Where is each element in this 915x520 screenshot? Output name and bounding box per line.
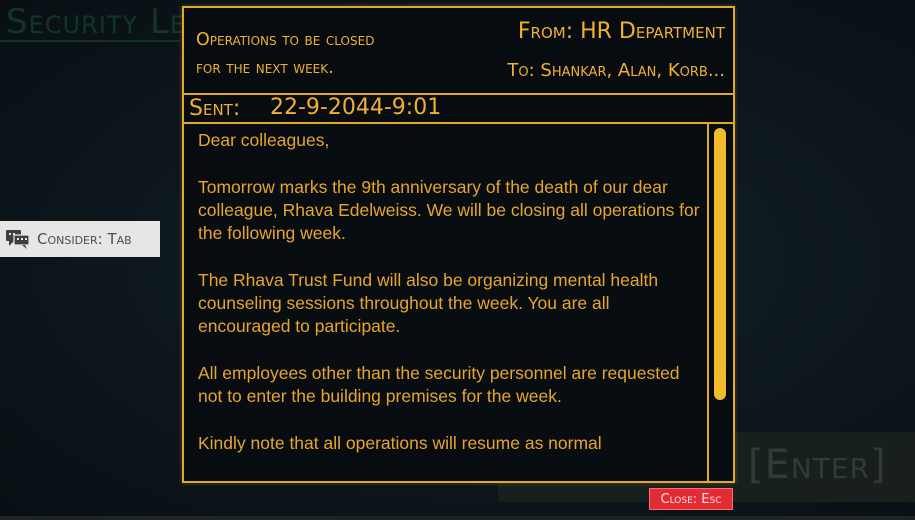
email-header: Operations to be closed for the next wee… — [184, 8, 733, 95]
game-screen: Security Le [Enter] Consider: Tab Operat… — [0, 0, 915, 520]
consider-hint-label: Consider: Tab — [37, 230, 132, 248]
close-button[interactable]: Close: Esc — [649, 488, 733, 510]
bottom-bar — [0, 516, 915, 520]
email-from: From: HR Department — [517, 19, 725, 44]
enter-hint[interactable]: [Enter] — [748, 442, 887, 488]
email-sent-row: Sent: 22-9-2044-9:01 — [184, 95, 733, 124]
message-paragraph: Dear colleagues, — [198, 130, 330, 150]
scrollbar-thumb[interactable] — [714, 128, 726, 400]
message-paragraph: All employees other than the security pe… — [198, 362, 680, 407]
email-document: Operations to be closed for the next wee… — [182, 6, 735, 483]
background-title: Security Le — [6, 2, 187, 42]
consider-hint[interactable]: Consider: Tab — [0, 221, 160, 257]
email-to: To: Shankar, Alan, Korb... — [507, 60, 725, 81]
scrollbar-track[interactable] — [707, 124, 709, 481]
email-body[interactable]: Dear colleagues, Tomorrow marks the 9th … — [184, 124, 733, 481]
speech-bubbles-icon — [5, 228, 31, 250]
message-paragraph: The Rhava Trust Fund will also be organi… — [198, 269, 659, 337]
email-subject: Operations to be closed for the next wee… — [196, 30, 375, 78]
sent-date: 22-9-2044-9:01 — [270, 95, 442, 120]
email-message: Dear colleagues, Tomorrow marks the 9th … — [198, 129, 704, 478]
background-title-underline — [0, 40, 180, 42]
message-paragraph: Kindly note that all operations will res… — [198, 432, 602, 453]
message-paragraph: Tomorrow marks the 9th anniversary of th… — [198, 176, 700, 244]
sent-label: Sent: — [189, 96, 241, 121]
